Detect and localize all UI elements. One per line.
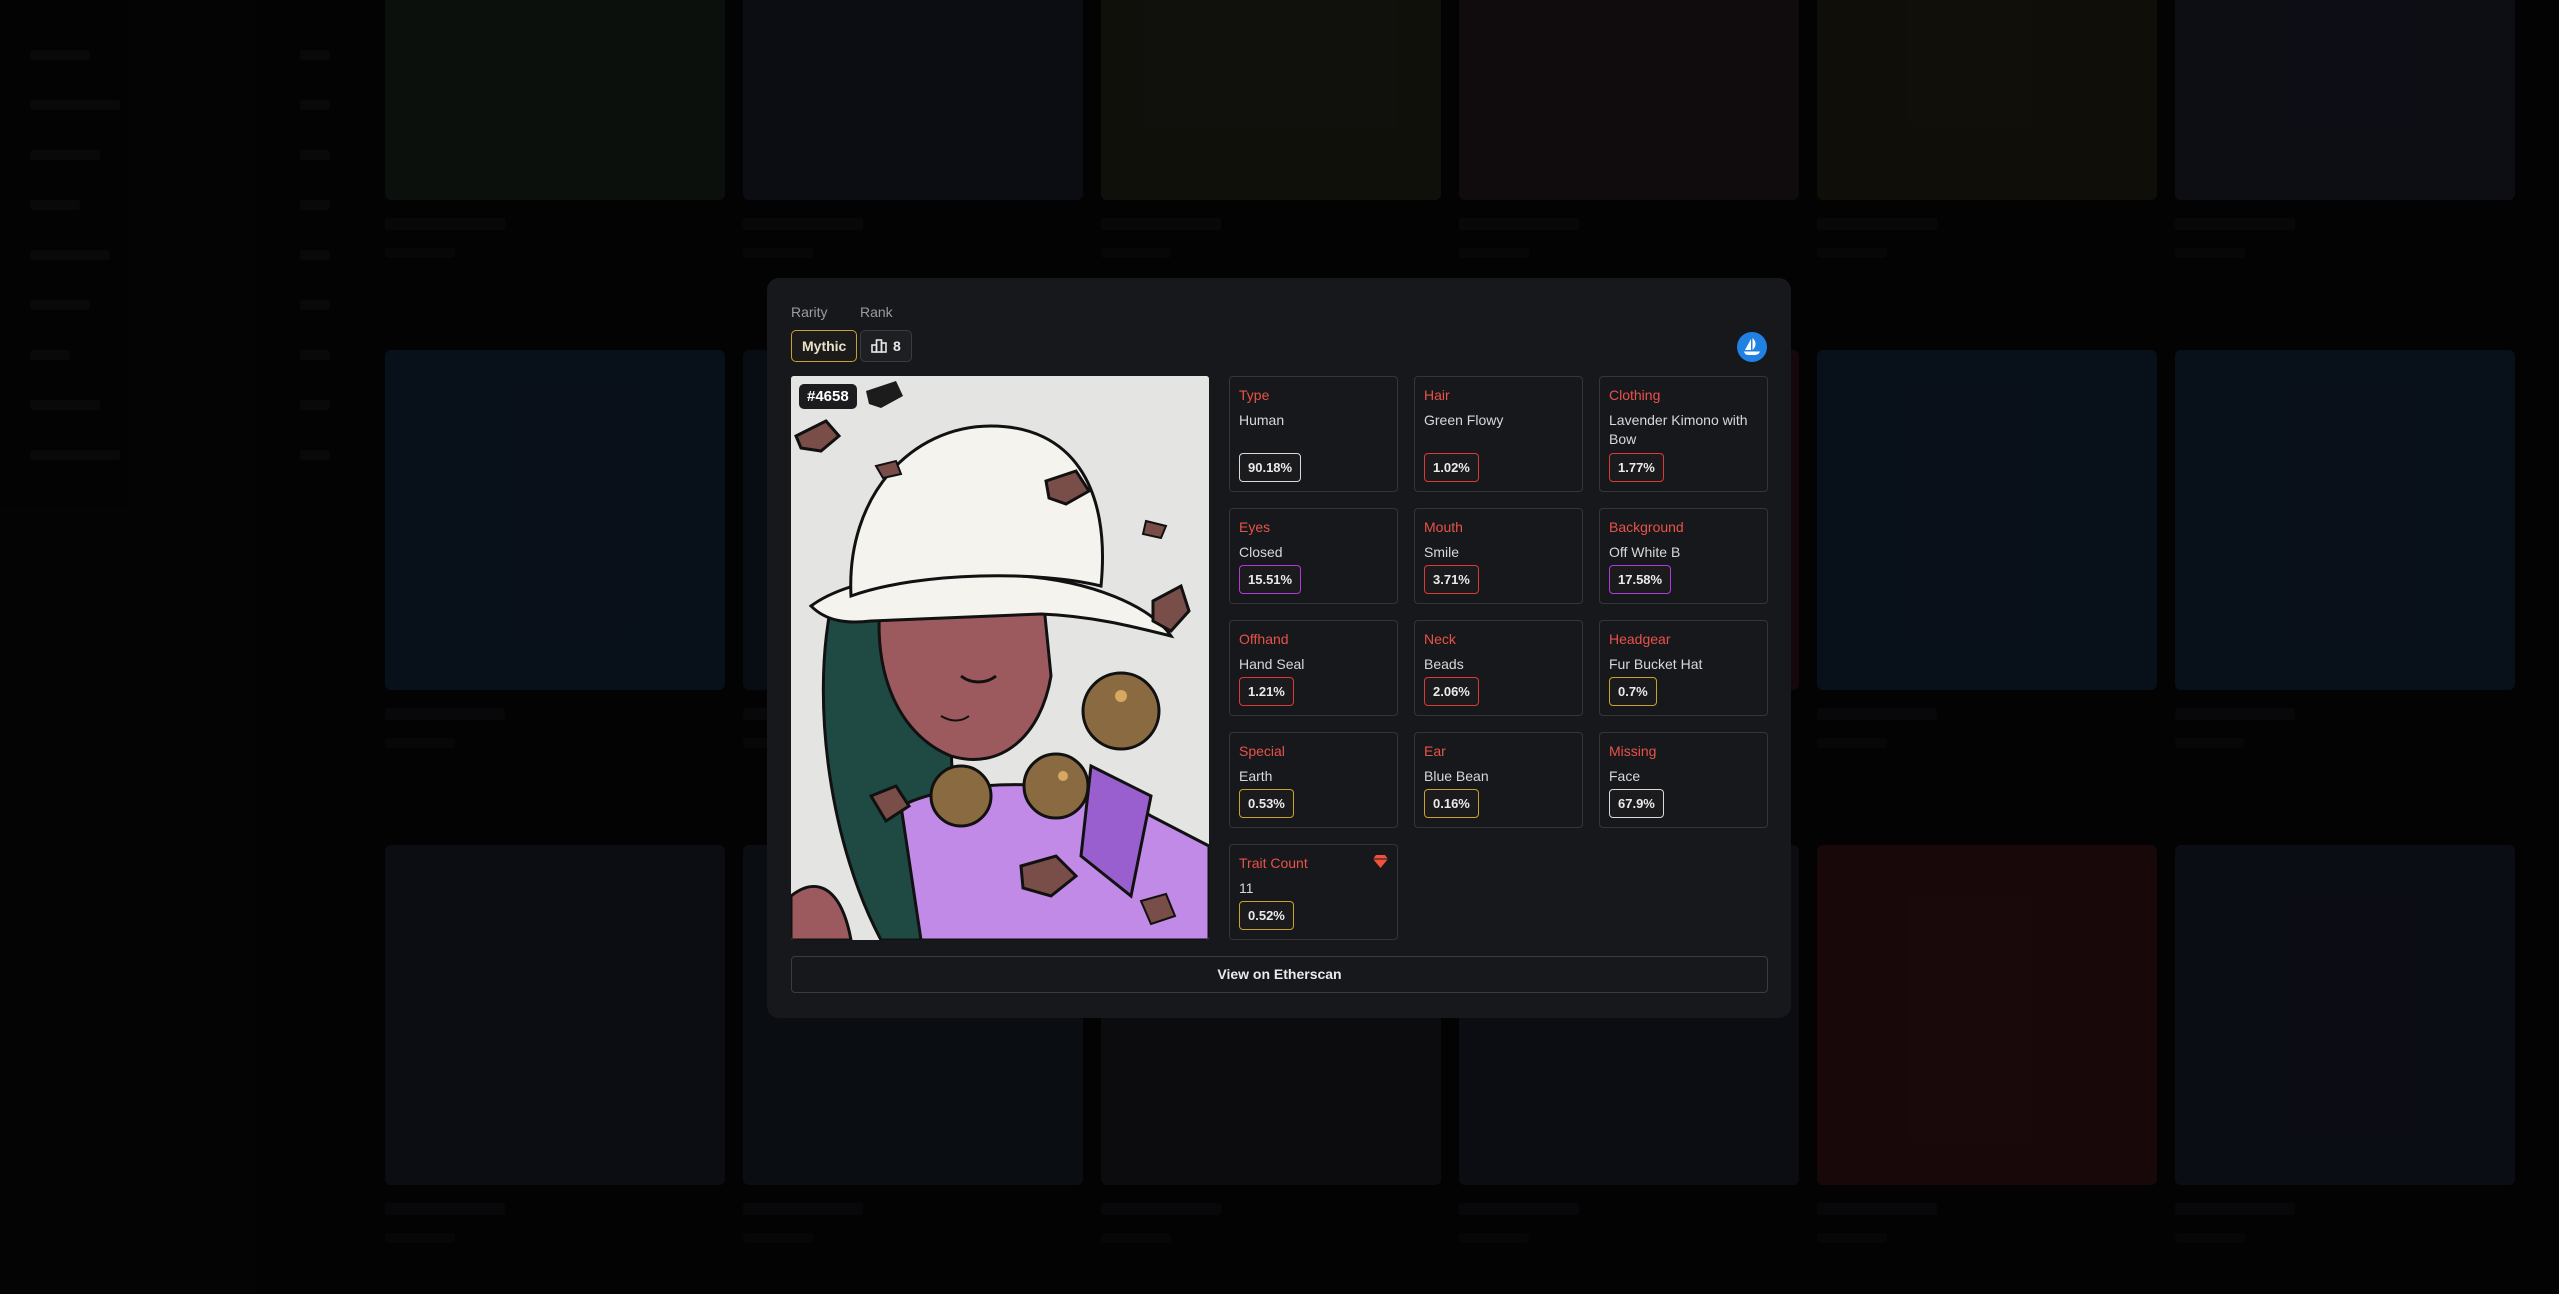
trait-percent-badge: 1.77%: [1609, 453, 1664, 482]
trait-card: Background Off White B 17.58%: [1599, 508, 1768, 604]
trait-value: Blue Bean: [1424, 768, 1489, 784]
trait-percent-badge: 0.7%: [1609, 677, 1657, 706]
trait-percent-badge: 3.71%: [1424, 565, 1479, 594]
trait-value: Lavender Kimono with Bow: [1609, 412, 1748, 447]
rarity-badge: Mythic: [791, 330, 858, 362]
trait-value: Human: [1239, 412, 1285, 428]
trait-name: Hair: [1424, 387, 1450, 403]
trait-card: Headgear Fur Bucket Hat 0.7%: [1599, 620, 1768, 716]
trait-value: Face: [1609, 768, 1641, 784]
trait-name: Trait Count: [1239, 855, 1308, 871]
token-id: #4658: [799, 384, 857, 409]
trait-value: Hand Seal: [1239, 656, 1305, 672]
trait-card: Trait Count 11 0.52%: [1229, 844, 1398, 940]
trait-value: 11: [1239, 880, 1254, 896]
trait-name: Ear: [1424, 743, 1446, 759]
trait-card: Eyes Closed 15.51%: [1229, 508, 1398, 604]
trait-name: Background: [1609, 519, 1684, 535]
trait-card: Mouth Smile 3.71%: [1414, 508, 1583, 604]
trait-percent-badge: 0.16%: [1424, 789, 1479, 818]
character-illustration: [791, 376, 1209, 940]
trait-percent-badge: 0.53%: [1239, 789, 1294, 818]
opensea-button[interactable]: [1737, 332, 1767, 362]
trait-card: Neck Beads 2.06%: [1414, 620, 1583, 716]
trait-value: Off White B: [1609, 544, 1681, 560]
trait-percent-badge: 1.02%: [1424, 453, 1479, 482]
trait-name: Headgear: [1609, 631, 1671, 647]
rank-label: Rank: [860, 304, 893, 320]
trait-card: Special Earth 0.53%: [1229, 732, 1398, 828]
trait-card: Ear Blue Bean 0.16%: [1414, 732, 1583, 828]
trait-name: Neck: [1424, 631, 1456, 647]
trait-name: Offhand: [1239, 631, 1289, 647]
trait-card: Missing Face 67.9%: [1599, 732, 1768, 828]
opensea-icon: [1742, 338, 1762, 356]
trait-value: Beads: [1424, 656, 1464, 672]
rank-value: 8: [893, 338, 901, 354]
trait-percent-badge: 67.9%: [1609, 789, 1664, 818]
trait-card: Clothing Lavender Kimono with Bow 1.77%: [1599, 376, 1768, 492]
trait-name: Special: [1239, 743, 1285, 759]
trait-percent-badge: 1.21%: [1239, 677, 1294, 706]
trait-card: Offhand Hand Seal 1.21%: [1229, 620, 1398, 716]
trait-value: Green Flowy: [1424, 412, 1504, 428]
trait-card: Hair Green Flowy 1.02%: [1414, 376, 1583, 492]
trait-name: Clothing: [1609, 387, 1661, 403]
gem-icon: [1373, 855, 1388, 873]
rank-badge: 8: [860, 330, 912, 362]
token-artwork: #4658: [791, 376, 1209, 940]
trait-card: Type Human 90.18%: [1229, 376, 1398, 492]
view-on-etherscan-button[interactable]: View on Etherscan: [791, 956, 1768, 993]
trait-name: Eyes: [1239, 519, 1271, 535]
trait-percent-badge: 17.58%: [1609, 565, 1672, 594]
trait-value: Closed: [1239, 544, 1283, 560]
trait-percent-badge: 15.51%: [1239, 565, 1302, 594]
trait-percent-badge: 90.18%: [1239, 453, 1302, 482]
trait-value: Fur Bucket Hat: [1609, 656, 1703, 672]
trait-percent-badge: 2.06%: [1424, 677, 1479, 706]
trait-value: Smile: [1424, 544, 1460, 560]
rarity-label: Rarity: [791, 304, 828, 320]
trait-percent-badge: 0.52%: [1239, 901, 1294, 930]
trait-value: Earth: [1239, 768, 1273, 784]
podium-icon: [871, 339, 887, 353]
token-detail-modal: Rarity Rank Mythic 8 #4658 Type Human 90…: [767, 278, 1791, 1018]
trait-name: Mouth: [1424, 519, 1463, 535]
trait-name: Type: [1239, 387, 1270, 403]
trait-name: Missing: [1609, 743, 1657, 759]
